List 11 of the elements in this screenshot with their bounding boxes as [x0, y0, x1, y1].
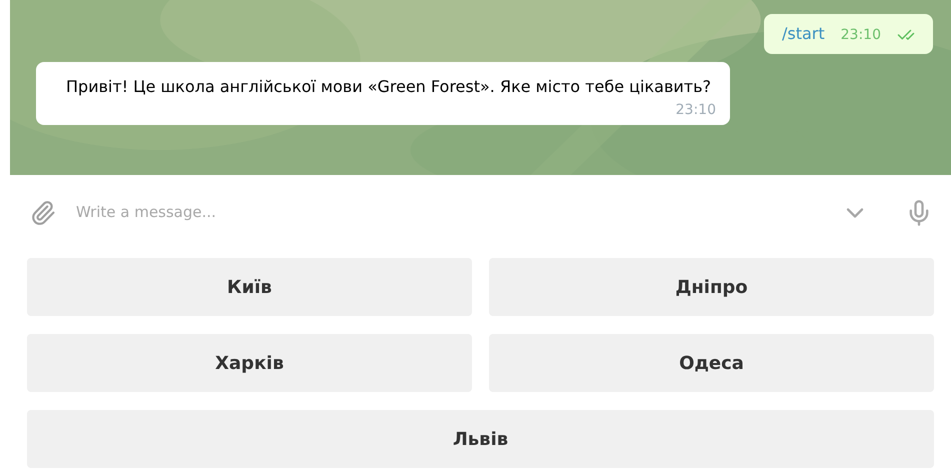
keyboard-button[interactable]: Одеса [489, 334, 934, 392]
message-time: 23:10 [676, 101, 716, 120]
keyboard-button[interactable]: Дніпро [489, 258, 934, 316]
message-text: Привіт! Це школа англійської мови «Green Forest». Яке місто тебе цікавить? [66, 76, 712, 98]
message-time: 23:10 [840, 26, 881, 45]
keyboard-button[interactable]: Львів [27, 410, 934, 468]
keyboard-button[interactable]: Харків [27, 334, 472, 392]
message-input[interactable]: Write a message... [76, 201, 821, 224]
attach-icon[interactable] [30, 200, 56, 226]
keyboard-button[interactable]: Київ [27, 258, 472, 316]
message-text: /start [782, 23, 825, 45]
